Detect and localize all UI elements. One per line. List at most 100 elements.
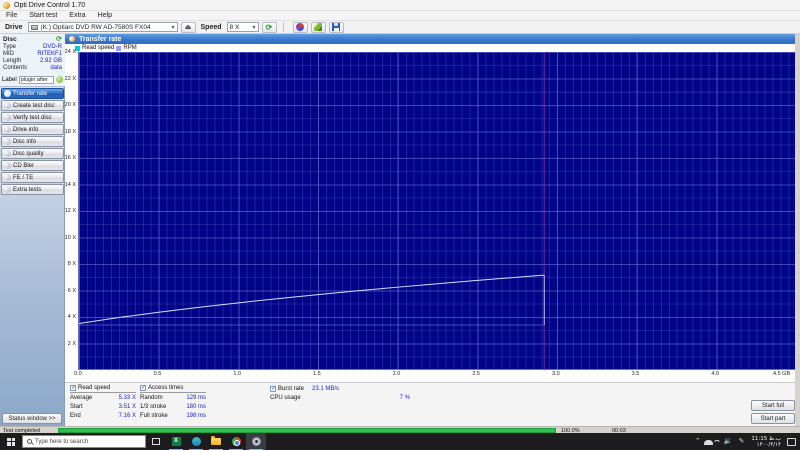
results-panel: ✓Read speedAverage5.33 XStart3.51 XEnd7.… xyxy=(65,382,795,426)
taskbar-clock[interactable]: 11:15 ب.ظ ۱۴۰۰/۴/۱۴ xyxy=(751,436,781,448)
stats-row-label: Start xyxy=(70,404,83,410)
sidebar-button-label: FE / TE xyxy=(13,175,33,181)
menu-item-file[interactable]: File xyxy=(0,12,23,19)
chevron-up-icon[interactable]: ⌃ xyxy=(695,433,701,450)
y-tick-label: 18 X xyxy=(65,129,76,135)
start-full-button[interactable]: Start full xyxy=(751,400,795,411)
stats-row: Random 129 ms xyxy=(140,393,206,402)
disc-info-row: TypeDVD-R xyxy=(0,44,65,51)
y-tick-label: 14 X xyxy=(65,182,76,188)
cd-icon xyxy=(4,150,11,157)
opti-drive-control-icon xyxy=(252,437,261,446)
taskbar-app-excel[interactable]: X xyxy=(166,433,186,450)
stats-row-label: Random xyxy=(140,395,163,401)
taskbar-app-task-view[interactable] xyxy=(146,433,166,450)
menu-item-help[interactable]: Help xyxy=(92,12,118,19)
stats-row: Full stroke198 ms xyxy=(140,411,206,420)
legend-swatch-rpm xyxy=(116,46,121,51)
menu-bar: FileStart testExtraHelp xyxy=(0,11,800,21)
clock-time: 11:15 ب.ظ xyxy=(751,436,781,442)
sidebar-button-label: Verify test disc xyxy=(13,115,52,121)
sidebar-button-fe-te[interactable]: FE / TE xyxy=(1,172,64,183)
stats-group-header: ✓Burst rate23.1 MB/s xyxy=(270,385,410,393)
pie-chart-button[interactable] xyxy=(293,22,308,33)
stats-row: Start3.51 X xyxy=(70,402,136,411)
stats-group-header: ✓Access times xyxy=(140,385,206,393)
action-center-icon[interactable] xyxy=(787,438,796,446)
stats-row-label: End xyxy=(70,413,81,419)
stats-row-value: 129 ms xyxy=(186,395,206,401)
disc-info-row: Length2.92 GB xyxy=(0,58,65,65)
y-tick-label: 24 X xyxy=(65,49,76,55)
x-tick-label: 4.5 GB xyxy=(773,371,790,377)
sidebar-button-disc-info[interactable]: Disc info xyxy=(1,136,64,147)
disc-info-value: data xyxy=(50,65,62,72)
sidebar-button-cd-bler[interactable]: CD Bler xyxy=(1,160,64,171)
taskbar-app-file-explorer[interactable] xyxy=(206,433,226,450)
volume-icon[interactable]: 🔉 xyxy=(724,433,733,450)
sidebar-button-extra-tests[interactable]: Extra tests xyxy=(1,184,64,195)
checkbox-read-speed[interactable]: ✓ xyxy=(70,385,76,391)
y-tick-label: 4 X xyxy=(68,314,76,320)
drive-combobox[interactable]: (K:) Optiarc DVD RW AD-7580S FX04 ▾ xyxy=(28,22,178,32)
sidebar-button-label: Transfer rate xyxy=(13,91,47,97)
pencil-button[interactable] xyxy=(311,22,326,33)
edit-label-icon[interactable] xyxy=(56,76,63,83)
y-tick-label: 2 X xyxy=(68,341,76,347)
save-button[interactable] xyxy=(329,22,344,33)
menu-item-start-test[interactable]: Start test xyxy=(23,12,63,19)
y-tick-label: 10 X xyxy=(65,235,76,241)
wifi-icon[interactable] xyxy=(713,440,721,448)
eject-button[interactable]: ⏏ xyxy=(181,22,196,33)
excel-icon: X xyxy=(172,437,181,446)
chrome-icon xyxy=(232,437,241,446)
sidebar-button-disc-quality[interactable]: Disc quality xyxy=(1,148,64,159)
checkbox-burst-rate[interactable]: ✓ xyxy=(270,386,276,392)
cd-icon xyxy=(4,162,11,169)
sidebar-button-transfer-rate[interactable]: Transfer rate xyxy=(1,88,64,99)
legend-label: RPM xyxy=(123,45,136,51)
pencil-icon xyxy=(314,23,322,31)
speed-combobox[interactable]: 8 X ▾ xyxy=(227,22,259,32)
stats-group-title: Read speed xyxy=(78,385,110,391)
onedrive-icon[interactable] xyxy=(704,440,713,445)
refresh-disc-icon[interactable]: ⟳ xyxy=(56,35,62,43)
disc-label-field[interactable]: plugin after xyxy=(19,76,54,84)
taskbar-app-opti-drive-control[interactable] xyxy=(246,433,266,450)
start-button[interactable] xyxy=(0,433,22,450)
sidebar-button-drive-info[interactable]: Drive info xyxy=(1,124,64,135)
speed-label: Speed xyxy=(201,24,222,31)
drive-label: Drive xyxy=(5,24,23,31)
stats-group-header: ✓Read speed xyxy=(70,385,136,393)
app-status-bar: Test completed 100.0% 00:03 xyxy=(0,426,800,433)
taskbar-app-edge[interactable] xyxy=(186,433,206,450)
stats-row: Average5.33 X xyxy=(70,393,136,402)
checkbox-access-times[interactable]: ✓ xyxy=(140,385,146,391)
menu-item-extra[interactable]: Extra xyxy=(63,12,91,19)
x-tick-label: 1.0 xyxy=(233,371,241,377)
disc-info-value: DVD-R xyxy=(43,44,62,51)
start-part-button[interactable]: Start part xyxy=(751,413,795,424)
drive-combobox-value: (K:) Optiarc DVD RW AD-7580S FX04 xyxy=(41,24,151,31)
taskbar-app-chrome[interactable] xyxy=(226,433,246,450)
sidebar-button-create-test-disc[interactable]: Create test disc xyxy=(1,100,64,111)
disc-header: Disc xyxy=(3,36,17,43)
transfer-rate-chart xyxy=(78,52,795,370)
status-window-button[interactable]: Status window >> xyxy=(2,413,62,424)
cd-icon xyxy=(4,174,11,181)
refresh-speed-icon: ⟳ xyxy=(266,23,273,32)
stats-row-value: 180 ms xyxy=(186,404,206,410)
stats-group-title: Access times xyxy=(148,385,183,391)
cd-icon xyxy=(4,102,11,109)
search-icon xyxy=(27,439,32,444)
refresh-speed-button[interactable]: ⟳ xyxy=(262,22,277,33)
taskbar-search-input[interactable]: Type here to search xyxy=(22,435,146,448)
pen-icon[interactable]: ✎ xyxy=(739,433,745,450)
toolbar: Drive (K:) Optiarc DVD RW AD-7580S FX04 … xyxy=(0,21,800,34)
stats-group-value: 23.1 MB/s xyxy=(312,386,339,392)
save-icon xyxy=(332,23,340,31)
stats-row-value: 7.16 X xyxy=(119,413,136,419)
stats-row-label: Full stroke xyxy=(140,413,168,419)
sidebar-button-verify-test-disc[interactable]: Verify test disc xyxy=(1,112,64,123)
stats-row-value: 5.33 X xyxy=(119,395,136,401)
